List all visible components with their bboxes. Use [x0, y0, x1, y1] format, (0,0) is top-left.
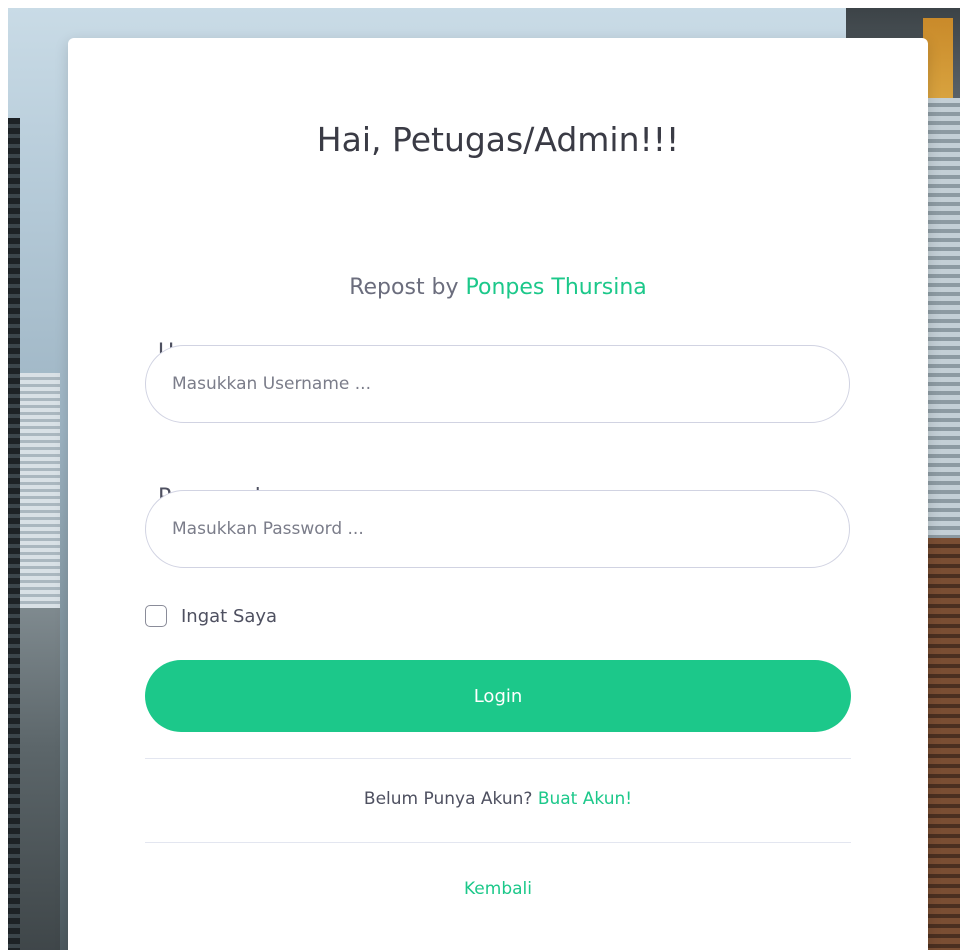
subtitle-prefix: Repost by	[349, 275, 466, 300]
building-left-tower	[20, 373, 60, 633]
subtitle: Repost by Ponpes Thursina	[68, 275, 928, 300]
password-input[interactable]	[145, 490, 850, 568]
username-input[interactable]	[145, 345, 850, 423]
subtitle-brand-link[interactable]: Ponpes Thursina	[466, 275, 647, 300]
remember-me-checkbox[interactable]	[145, 605, 167, 627]
remember-me-label: Ingat Saya	[181, 605, 278, 627]
divider	[145, 758, 851, 759]
register-prompt: Belum Punya Akun? Buat Akun!	[68, 789, 928, 809]
page-title: Hai, Petugas/Admin!!!	[316, 120, 680, 159]
login-card: Hai, Petugas/Admin!!! Repost by Ponpes T…	[68, 38, 928, 950]
back-link[interactable]: Kembali	[68, 879, 928, 899]
background-cityscape: Hai, Petugas/Admin!!! Repost by Ponpes T…	[8, 8, 960, 950]
remember-me-toggle[interactable]: Ingat Saya	[145, 603, 277, 629]
create-account-link[interactable]: Buat Akun!	[538, 789, 632, 809]
building-left-dark	[8, 118, 20, 950]
register-prompt-text: Belum Punya Akun?	[363, 789, 538, 809]
building-left-low	[20, 608, 60, 950]
divider	[145, 842, 851, 843]
login-button[interactable]: Login	[145, 660, 851, 732]
